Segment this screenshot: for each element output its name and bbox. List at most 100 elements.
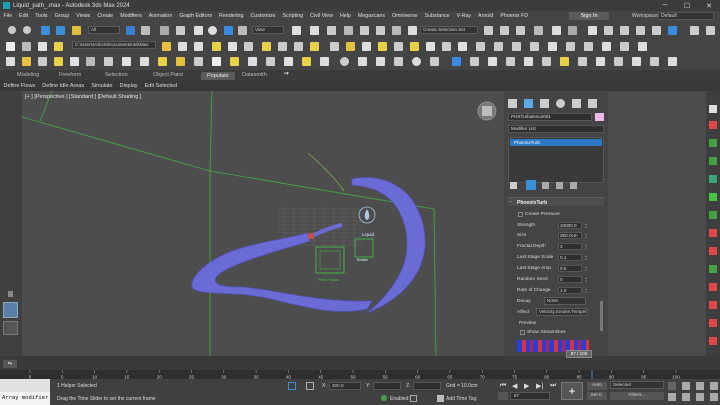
- spinner-snap-icon[interactable]: [392, 26, 401, 35]
- tab-object-paint[interactable]: Object Paint: [153, 72, 183, 78]
- next-frame-icon[interactable]: ▶|: [536, 382, 543, 390]
- omniverse-icon[interactable]: [320, 57, 329, 66]
- phoenix-particle-shader-icon[interactable]: [494, 42, 503, 51]
- strength-spinner[interactable]: 10000.0: [558, 222, 588, 229]
- project-path-field[interactable]: C:\Users\ASUS\Documents\3dsMax: [72, 41, 156, 49]
- vray-logo-icon[interactable]: [6, 42, 15, 51]
- decay-dropdown[interactable]: None: [544, 297, 586, 305]
- vantage-icon[interactable]: [452, 57, 461, 66]
- a360-gallery-icon[interactable]: [668, 26, 677, 35]
- vray-material-icon[interactable]: [244, 42, 253, 51]
- hierarchy-tab-icon[interactable]: [540, 99, 549, 108]
- show-streamlines-checkbox[interactable]: [520, 330, 525, 335]
- vray-light-icon[interactable]: [38, 42, 47, 51]
- material-editor-icon[interactable]: [588, 26, 597, 35]
- menu-megascans[interactable]: Megascans: [354, 13, 388, 19]
- set-key-button[interactable]: Set K.: [587, 392, 607, 400]
- time-tag-icon[interactable]: [437, 395, 444, 402]
- phoenix-mapper-icon[interactable]: [548, 42, 557, 51]
- menu-civil-view[interactable]: Civil View: [307, 13, 337, 19]
- create-tab-icon[interactable]: [508, 99, 517, 108]
- megascans-icon[interactable]: [358, 57, 367, 66]
- vray-render-icon[interactable]: [22, 42, 31, 51]
- scatter-icon[interactable]: [488, 57, 497, 66]
- rendered-frame-window-icon[interactable]: [620, 26, 629, 35]
- physical-sky-icon[interactable]: [70, 57, 79, 66]
- menu-rendering[interactable]: Rendering: [216, 13, 247, 19]
- populate-tool-icon[interactable]: [709, 265, 717, 273]
- object-name-field[interactable]: PHXTurbulence001: [508, 113, 592, 121]
- arnold-volume-icon[interactable]: [104, 57, 113, 66]
- go-to-end-icon[interactable]: ⏭: [550, 382, 556, 390]
- edit-named-selection-icon[interactable]: [408, 26, 417, 35]
- menu-create[interactable]: Create: [94, 13, 117, 19]
- window-crossing-icon[interactable]: [176, 26, 185, 35]
- emitter-helper[interactable]: [354, 238, 374, 258]
- link-icon[interactable]: [41, 26, 50, 35]
- phoenix-foam-icon[interactable]: [512, 42, 521, 51]
- arnold-mesh-light-icon[interactable]: [158, 57, 167, 66]
- arnold-light-icon[interactable]: [22, 57, 31, 66]
- cosmos-icon[interactable]: [470, 57, 479, 66]
- minimize-button[interactable]: ─: [654, 0, 676, 11]
- asset-browser-icon[interactable]: [614, 57, 623, 66]
- orbit-icon[interactable]: [696, 393, 704, 401]
- key-mode-icon[interactable]: [498, 392, 508, 400]
- maxscript-listener-input[interactable]: Array modifier: [0, 392, 50, 405]
- edit-selected-button[interactable]: Edit Selected: [141, 83, 180, 89]
- phoenix-particle-tex-icon[interactable]: [530, 42, 539, 51]
- railclone-icon[interactable]: [709, 157, 717, 165]
- arnold-shader-icon[interactable]: [86, 57, 95, 66]
- object-color-swatch[interactable]: [595, 113, 604, 121]
- x-coordinate-field[interactable]: 300.0: [329, 382, 361, 390]
- y-coordinate-field[interactable]: [373, 382, 401, 390]
- scene-converter-icon[interactable]: [632, 57, 641, 66]
- track-bar[interactable]: 0 5 10 15 20 25 30 35 40 45 50 55 60 65 70 75 80 85 90 95 10…: [0, 370, 720, 379]
- menu-views[interactable]: Views: [73, 13, 94, 19]
- modifier-list-dropdown[interactable]: Modifier List: [508, 125, 604, 133]
- phoenix-body-force-icon[interactable]: [458, 42, 467, 51]
- arnold-operator-icon[interactable]: [248, 57, 257, 66]
- close-button[interactable]: ✕: [698, 0, 720, 11]
- menu-modifiers[interactable]: Modifiers: [117, 13, 146, 19]
- phoenix-ocean-icon[interactable]: [310, 42, 319, 51]
- rollout-header[interactable]: - PhoenixTurb: [508, 197, 604, 206]
- arnold-settings-icon[interactable]: [284, 57, 293, 66]
- selection-lock-icon[interactable]: [306, 382, 314, 390]
- angle-snap-icon[interactable]: [360, 26, 369, 35]
- menu-customize[interactable]: Customize: [247, 13, 279, 19]
- sphere-icon[interactable]: [340, 57, 349, 66]
- menu-edit[interactable]: Edit: [16, 13, 32, 19]
- tab-selection[interactable]: Selection: [105, 72, 128, 78]
- time-slider-handle[interactable]: 87 / 100: [566, 350, 592, 358]
- unlink-icon[interactable]: [56, 26, 65, 35]
- phoenix-wind-icon[interactable]: [378, 42, 387, 51]
- phoenix-liquid-icon[interactable]: [278, 42, 287, 51]
- tab-datasmith[interactable]: Datasmith: [242, 72, 267, 78]
- viewcube-face[interactable]: [482, 106, 492, 116]
- display-button[interactable]: Display: [116, 83, 141, 89]
- menu-arnold[interactable]: Arnold: [475, 13, 497, 19]
- tyflow-icon[interactable]: [709, 229, 717, 237]
- redo-icon[interactable]: [23, 26, 31, 34]
- material-library-icon[interactable]: [650, 57, 659, 66]
- arnold-light-manager-icon[interactable]: [302, 57, 311, 66]
- enabled-checkbox[interactable]: [410, 395, 417, 402]
- display-tab-icon[interactable]: [572, 99, 581, 108]
- set-key-plus-button[interactable]: +: [561, 382, 583, 400]
- bind-space-warp-icon[interactable]: [72, 26, 81, 35]
- arnold-render-icon[interactable]: [38, 57, 47, 66]
- named-selection-sets-dropdown[interactable]: Create Selection Set: [420, 26, 478, 34]
- viewport-layout-alt-icon[interactable]: [3, 321, 18, 335]
- phoenix-sim-icon[interactable]: [346, 42, 355, 51]
- phoenix-source-icon[interactable]: [294, 42, 303, 51]
- phoenix-path-follow-icon[interactable]: [426, 42, 435, 51]
- vray-toolbar-icon[interactable]: [668, 57, 677, 66]
- render-in-cloud-icon[interactable]: [652, 26, 661, 35]
- vray-proxy-icon[interactable]: [178, 42, 187, 51]
- arnold-portal-icon[interactable]: [194, 57, 203, 66]
- pivot-center-icon[interactable]: [292, 26, 301, 35]
- toolbar-expand-icon[interactable]: [706, 26, 715, 35]
- motion-tab-icon[interactable]: [556, 99, 565, 108]
- snaps-toggle-icon[interactable]: [344, 26, 353, 35]
